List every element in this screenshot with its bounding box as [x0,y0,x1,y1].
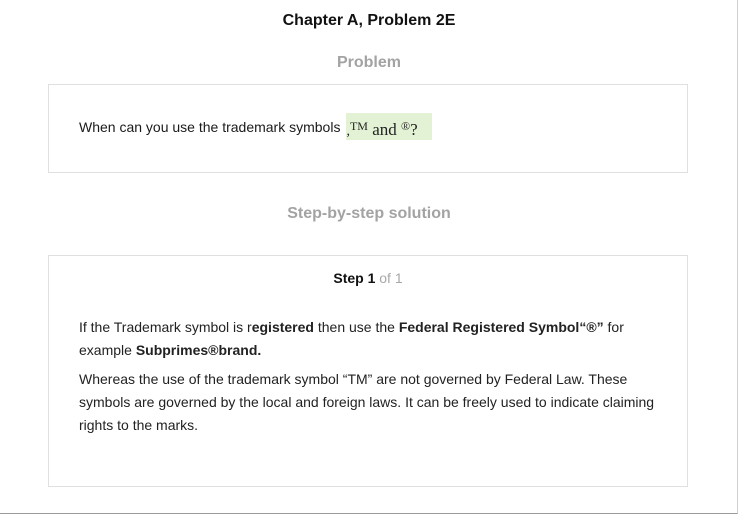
registered-symbol: ® [401,119,411,133]
problem-question-text: When can you use the trademark symbols [79,118,341,135]
solution-paragraph-1: If the Trademark symbol is registered th… [79,316,659,362]
page: Chapter A, Problem 2E Problem When can y… [0,0,738,514]
trademark-symbols-image: ,TM and ®? [346,113,432,140]
symbol-question-mark: ? [410,120,418,139]
solution-card: Step 1 of 1 If the Trademark symbol is r… [48,255,688,487]
para1-text-1: If the Trademark symbol is r [79,319,252,335]
para1-text-3: then use the [313,319,399,335]
problem-heading: Problem [336,54,401,71]
symbol-and: and [367,120,402,139]
para1-text-2: egistered [251,319,314,335]
step-total: of 1 [375,270,403,286]
solution-heading: Step-by-step solution [287,205,451,222]
step-indicator: Step 1 of 1 [49,270,687,286]
chapter-title: Chapter A, Problem 2E [282,12,456,29]
solution-body: If the Trademark symbol is registered th… [79,316,659,443]
problem-question: When can you use the trademark symbols ,… [79,113,432,140]
step-number: Step 1 [333,270,376,286]
solution-paragraph-2: Whereas the use of the trademark symbol … [79,371,655,433]
tm-symbol: TM [349,119,368,133]
para1-text-6: Subprimes®brand. [135,342,262,358]
problem-card: When can you use the trademark symbols ,… [48,84,688,173]
para1-text-4: Federal Registered Symbol“®” [398,319,604,335]
